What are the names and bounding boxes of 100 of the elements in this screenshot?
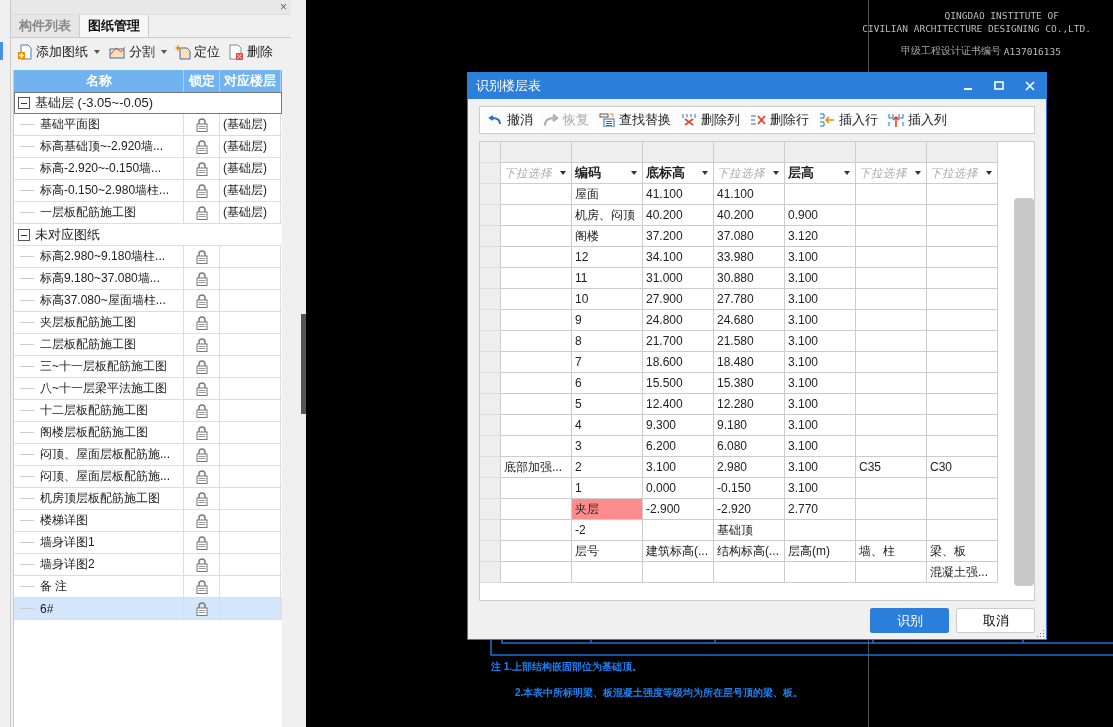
table-cell: 8 [572, 331, 643, 352]
empty-cell [856, 247, 927, 268]
tree-item[interactable]: 备 注 [40, 578, 68, 595]
table-cell: 2 [572, 457, 643, 478]
lock-icon[interactable] [195, 293, 208, 308]
row-header[interactable] [480, 394, 501, 415]
column-header[interactable] [643, 142, 714, 163]
lock-icon[interactable] [195, 183, 208, 198]
row-header[interactable] [480, 436, 501, 457]
splitter-handle[interactable] [301, 313, 306, 414]
close-button[interactable]: × [280, 0, 287, 14]
tree-item[interactable]: 墙身详图2 [40, 556, 95, 573]
close-icon[interactable] [1024, 80, 1036, 92]
column-dropdown[interactable]: 编码 [572, 163, 643, 184]
lock-icon[interactable] [195, 535, 208, 550]
empty-cell [572, 562, 643, 583]
lock-icon[interactable] [195, 403, 208, 418]
tree-item[interactable]: 标高37.080~屋面墙柱... [40, 292, 166, 309]
row-header[interactable] [480, 163, 501, 184]
row-header[interactable] [480, 310, 501, 331]
tree-item[interactable]: 标高-0.150~2.980墙柱... [40, 182, 170, 199]
tree-item[interactable]: 三~十一层板配筋施工图 [40, 358, 167, 375]
tree-item[interactable]: 二层板配筋施工图 [40, 336, 136, 353]
lock-icon[interactable] [195, 513, 208, 528]
column-header[interactable] [856, 142, 927, 163]
tree-item[interactable]: 6# [40, 601, 54, 616]
column-header[interactable] [501, 142, 572, 163]
row-header[interactable] [480, 415, 501, 436]
lock-icon[interactable] [195, 447, 208, 462]
row-header[interactable] [480, 373, 501, 394]
table-cell: 6.080 [714, 436, 785, 457]
caret-icon [560, 171, 566, 175]
lock-icon[interactable] [195, 161, 208, 176]
toolbar-button[interactable]: 定位 [173, 43, 222, 61]
row-header[interactable] [480, 478, 501, 499]
lock-icon[interactable] [195, 315, 208, 330]
column-header[interactable] [714, 142, 785, 163]
lock-icon[interactable] [195, 249, 208, 264]
lock-icon[interactable] [195, 139, 208, 154]
lock-icon[interactable] [195, 469, 208, 484]
lock-icon[interactable] [195, 381, 208, 396]
table-cell: 3.100 [785, 394, 856, 415]
row-header[interactable] [480, 331, 501, 352]
column-header[interactable] [927, 142, 998, 163]
lock-icon[interactable] [195, 579, 208, 594]
tree-item[interactable]: 十二层板配筋施工图 [40, 402, 148, 419]
tree-item[interactable]: 墙身详图1 [40, 534, 95, 551]
resize-grip-icon[interactable] [1035, 628, 1045, 638]
row-header[interactable] [480, 562, 501, 583]
row-header[interactable] [480, 541, 501, 562]
cancel-button[interactable]: 取消 [956, 608, 1035, 633]
tab[interactable]: 图纸管理 [79, 15, 149, 37]
recognize-button[interactable]: 识别 [870, 608, 949, 633]
column-header[interactable] [785, 142, 856, 163]
tree-item[interactable]: 标高-2.920~-0.150墙... [40, 160, 162, 177]
lock-icon[interactable] [195, 425, 208, 440]
lock-icon[interactable] [195, 271, 208, 286]
lock-icon[interactable] [195, 117, 208, 132]
table-cell: 40.200 [714, 205, 785, 226]
row-header[interactable] [480, 352, 501, 373]
row-header[interactable] [480, 184, 501, 205]
lock-icon[interactable] [195, 557, 208, 572]
row-header[interactable] [480, 289, 501, 310]
lock-icon[interactable] [195, 491, 208, 506]
toolbar-button[interactable]: 添加图纸 [15, 43, 102, 61]
lock-icon[interactable] [195, 601, 208, 616]
column-header[interactable] [572, 142, 643, 163]
tree-item[interactable]: 基础平面图 [40, 116, 100, 133]
column-dropdown[interactable]: 底标高 [643, 163, 714, 184]
row-header[interactable] [480, 205, 501, 226]
row-header[interactable] [480, 499, 501, 520]
row-header[interactable] [480, 226, 501, 247]
row-header[interactable] [480, 457, 501, 478]
tree-item[interactable]: 闷顶、屋面层板配筋施... [40, 446, 170, 463]
collapse-icon[interactable] [18, 97, 30, 109]
tree-item[interactable]: 一层板配筋施工图 [40, 204, 136, 221]
toolbar-button[interactable]: 删除 [226, 43, 275, 61]
tree-item[interactable]: 八~十一层梁平法施工图 [40, 380, 167, 397]
tree-item[interactable]: 标高2.980~9.180墙柱... [40, 248, 166, 265]
caret-icon [702, 171, 708, 175]
lock-icon[interactable] [195, 359, 208, 374]
scrollbar-thumb[interactable] [1014, 198, 1034, 586]
tree-item[interactable]: 标高基础顶~-2.920墙... [40, 138, 164, 155]
lock-icon[interactable] [195, 205, 208, 220]
tree-item[interactable]: 阁楼层板配筋施工图 [40, 424, 148, 441]
column-dropdown[interactable]: 层高 [785, 163, 856, 184]
tree-item[interactable]: 夹层板配筋施工图 [40, 314, 136, 331]
row-header[interactable] [480, 520, 501, 541]
maximize-icon[interactable] [993, 80, 1005, 92]
tree-group[interactable]: 未对应图纸 [35, 226, 100, 244]
tree-item[interactable]: 机房顶层板配筋施工图 [40, 490, 160, 507]
collapse-icon[interactable] [18, 229, 30, 241]
toolbar-button[interactable]: 分割 [106, 43, 169, 61]
tree-item[interactable]: 闷顶、屋面层板配筋施... [40, 468, 170, 485]
row-header[interactable] [480, 247, 501, 268]
empty-cell [785, 520, 856, 541]
lock-icon[interactable] [195, 337, 208, 352]
row-header[interactable] [480, 268, 501, 289]
tree-item[interactable]: 楼梯详图 [40, 512, 88, 529]
tree-item[interactable]: 标高9.180~37.080墙... [40, 270, 160, 287]
